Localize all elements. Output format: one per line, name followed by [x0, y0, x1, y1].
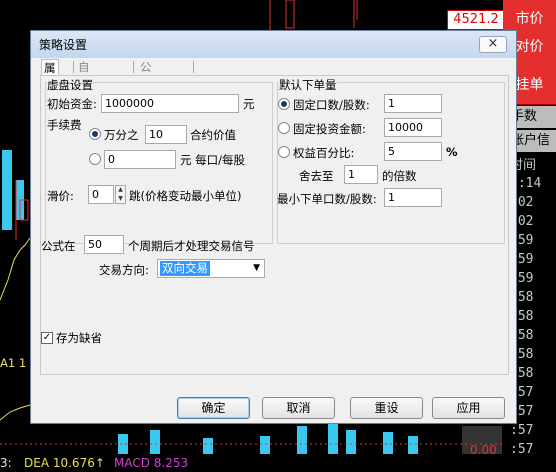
fee-fixed-suffix: 元 每口/每股	[180, 153, 246, 167]
initial-capital-unit: 元	[243, 97, 255, 111]
indicator-prefix: 3:	[0, 456, 12, 470]
spin-up-icon[interactable]: ▲	[116, 186, 125, 194]
close-button[interactable]: ×	[479, 36, 507, 53]
tab-properties[interactable]: 属性	[41, 59, 59, 91]
tab-separator	[133, 61, 134, 73]
fee-ratio-radio[interactable]	[89, 128, 101, 140]
direction-label: 交易方向:	[99, 263, 149, 277]
strategy-settings-dialog: 策略设置 × 属性 自动交易 公式参数 虚盘设置 初始资金: 1000000 元…	[30, 30, 517, 424]
round-suffix: 的倍数	[382, 169, 417, 183]
round-label: 舍去至	[299, 169, 334, 183]
tab-formula-params[interactable]: 公式参数	[140, 59, 152, 122]
initial-capital-label: 初始资金:	[47, 97, 97, 111]
fee-fixed-input[interactable]: 0	[104, 150, 176, 169]
reset-button[interactable]: 重设	[350, 397, 423, 419]
ok-button[interactable]: 确定	[177, 397, 250, 419]
tick-time: :57	[510, 423, 534, 438]
fixed-lots-input[interactable]: 1	[384, 94, 442, 113]
virtual-account-title: 虚盘设置	[47, 77, 93, 93]
fixed-amount-input[interactable]: 10000	[384, 118, 442, 137]
fixed-amount-label: 固定投资金额:	[293, 122, 366, 136]
min-lots-label: 最小下单口数/股数:	[277, 192, 377, 206]
fixed-lots-radio[interactable]	[278, 98, 290, 110]
formula-periods-input[interactable]: 50	[84, 235, 124, 254]
save-default-checkbox[interactable]: ✓	[41, 332, 53, 344]
fee-title: 手续费	[47, 118, 82, 132]
fee-ratio-suffix: 合约价值	[190, 128, 236, 142]
last-price-tag: 4521.2	[447, 10, 505, 30]
equity-pct-unit: %	[446, 145, 458, 159]
slippage-label: 滑价:	[47, 189, 74, 203]
equity-pct-label: 权益百分比:	[293, 146, 355, 160]
formula-suffix: 个周期后才处理交易信号	[128, 239, 255, 253]
direction-selected: 双向交易	[160, 261, 210, 276]
tab-separator	[73, 61, 74, 73]
dialog-titlebar[interactable]: 策略设置 ×	[31, 31, 516, 58]
slippage-spinner[interactable]: ▲ ▼	[115, 185, 126, 204]
formula-prefix: 公式在	[41, 239, 76, 253]
initial-capital-input[interactable]: 1000000	[101, 94, 239, 113]
min-lots-input[interactable]: 1	[384, 188, 442, 207]
fixed-amount-radio[interactable]	[278, 122, 290, 134]
properties-panel: 虚盘设置 初始资金: 1000000 元 手续费 万分之 10 合约价值 0 元…	[40, 75, 509, 375]
slippage-input[interactable]: 0	[88, 185, 114, 204]
indicator-label-fragment: A1 1	[0, 356, 27, 370]
close-icon: ×	[487, 36, 499, 51]
equity-pct-radio[interactable]	[278, 146, 290, 158]
tab-auto-trading[interactable]: 自动交易	[78, 59, 90, 122]
round-input[interactable]: 1	[344, 165, 378, 184]
default-order-title: 默认下单量	[279, 77, 337, 93]
fee-ratio-label: 万分之	[104, 128, 139, 142]
fee-fixed-radio[interactable]	[89, 153, 101, 165]
save-default-label: 存为缺省	[56, 331, 102, 345]
dea-value: DEA 10.676↑	[24, 456, 105, 470]
equity-pct-input[interactable]: 5	[384, 142, 442, 161]
spin-down-icon[interactable]: ▼	[116, 195, 125, 203]
direction-select[interactable]: 双向交易 ▼	[157, 259, 265, 278]
dialog-title: 策略设置	[39, 38, 88, 52]
tab-separator	[193, 61, 194, 73]
chevron-down-icon[interactable]: ▼	[253, 260, 260, 277]
fixed-lots-label: 固定口数/股数:	[293, 98, 370, 112]
indicator-strip: 3: DEA 10.676↑ MACD 8.253	[0, 455, 556, 472]
macd-value: MACD 8.253	[114, 456, 189, 470]
slippage-suffix: 跳(价格变动最小单位)	[129, 189, 242, 203]
apply-button[interactable]: 应用	[432, 397, 505, 419]
fee-ratio-input[interactable]: 10	[145, 125, 187, 144]
cancel-button[interactable]: 取消	[262, 397, 335, 419]
